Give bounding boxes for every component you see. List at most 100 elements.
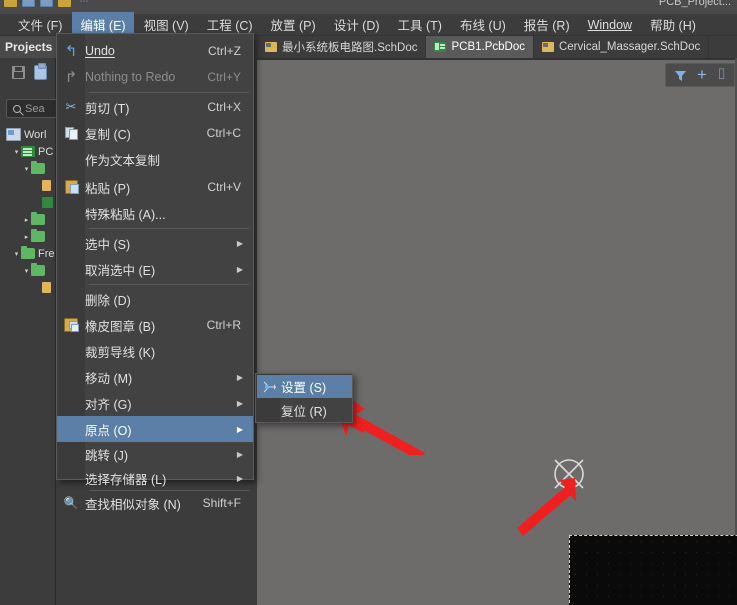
menu-item-move[interactable]: 移动 (M) ▶ [57,364,253,390]
pcb-canvas[interactable]: + ⌷ [257,58,737,605]
submenu-item-reset-origin[interactable]: 复位 (R) [257,399,352,422]
menu-item-label: 选择存储器 (L) [85,472,167,487]
chevron-down-icon[interactable]: ▾ [22,267,31,275]
tab-cervical-massager-schdoc[interactable]: Cervical_Massager.SchDoc [534,36,710,58]
folder-icon [21,246,35,259]
menu-separator [89,92,249,93]
menu-item-origin[interactable]: 原点 (O) ▶ [57,416,253,442]
edit-menu-panel[interactable]: ↰ Undo Ctrl+Z ↱ Nothing to Redo Ctrl+Y ✂… [56,33,254,512]
menu-item-shortcut: Ctrl+X [207,100,241,114]
pcbdoc-icon [434,42,447,52]
menu-item-label: 橡皮图章 (B) [85,319,156,334]
tree-item-workspace[interactable]: Worl [0,126,56,143]
pcb-board-outline[interactable] [569,535,737,605]
menu-window[interactable]: Window [580,15,640,35]
chevron-down-icon[interactable]: ▾ [12,148,21,156]
schdoc-icon [265,42,277,52]
canvas-float-toolbar[interactable]: + ⌷ [665,63,735,87]
menu-item-label: 特殊粘贴 (A)... [85,207,166,222]
projects-panel-tab[interactable]: Projects [0,36,56,58]
scissors-icon: ✂ [65,99,77,114]
tab-schdoc-min-system[interactable]: 最小系统板电路图.SchDoc [257,36,427,58]
menu-item-shortcut: Ctrl+R [206,318,241,332]
tree-item-folder[interactable]: ▾ [0,262,56,279]
doc-icon [42,282,51,293]
menu-item-find-similar-objects[interactable]: 🔍 查找相似对象 (N) Shift+F [57,491,253,515]
chevron-right-icon[interactable]: ▸ [22,233,31,241]
filter-funnel-icon[interactable] [674,69,687,81]
tree-item-doc[interactable] [0,177,56,194]
menu-tools[interactable]: 工具 (T) [390,12,450,37]
menu-window-label: Window [587,17,633,32]
submenu-item-label: 复位 (R) [281,405,327,419]
tree-item-sch[interactable] [0,194,56,211]
origin-submenu-panel[interactable]: 设置 (S) 复位 (R) [255,373,353,423]
undo-arrow-icon: ↰ [64,43,78,60]
menu-item-label: 跳转 (J) [85,448,129,463]
submenu-item-label: 设置 (S) [281,381,327,395]
menu-item-label: 选中 (S) [85,237,131,252]
tree-item-folder[interactable]: ▾ [0,160,56,177]
tree-item-folder[interactable]: ▸ [0,211,56,228]
projects-panel: Projects Sea Worl ▾ PC ▾ ▸ ▸ ▾ Fre ▾ [0,36,76,605]
menu-place[interactable]: 放置 (P) [263,12,324,37]
paste-icon [57,180,85,194]
project-tree[interactable]: Worl ▾ PC ▾ ▸ ▸ ▾ Fre ▾ [0,126,56,326]
menu-item-select[interactable]: 选中 (S) ▶ [57,230,253,256]
menu-item-cut[interactable]: ✂ 剪切 (T) Ctrl+X [57,94,253,120]
document-tab-strip[interactable]: 最小系统板电路图.SchDoc PCB1.PcbDoc Cervical_Mas… [257,36,737,58]
menu-item-selection-memory[interactable]: 选择存储器 (L) ▶ [57,466,253,490]
menu-route[interactable]: 布线 (U) [452,12,514,37]
chevron-right-icon: ▶ [236,372,243,382]
menu-design[interactable]: 设计 (D) [326,12,388,37]
canvas-top-edge [257,58,737,60]
menu-item-redo: ↱ Nothing to Redo Ctrl+Y [57,64,253,90]
menu-help[interactable]: 帮助 (H) [642,12,704,37]
application-window: ⋯ PCB_Project... 文件 (F) 编辑 (E) 视图 (V) 工程… [0,0,737,605]
chevron-down-icon[interactable]: ▾ [12,250,21,258]
tree-item-pcb-project[interactable]: ▾ PC [0,143,56,160]
title-bar-quick-access-toolbar[interactable]: ⋯ [4,0,92,7]
menu-item-copy-as-text[interactable]: 作为文本复制 [57,146,253,172]
tree-item-doc[interactable] [0,279,56,296]
tab-label: Cervical_Massager.SchDoc [558,41,701,53]
open-icon[interactable] [22,0,35,7]
submenu-item-set-origin[interactable]: 设置 (S) [257,375,352,398]
chevron-right-icon: ▶ [236,398,243,408]
plus-crosshair-icon[interactable]: + [697,66,707,83]
tree-item-folder[interactable]: ▸ [0,228,56,245]
chevron-right-icon: ▶ [236,473,243,483]
menu-item-label: 对齐 (G) [85,397,132,412]
clipboard-icon[interactable] [34,62,47,80]
chevron-right-icon: ▶ [236,424,243,434]
chevron-right-icon[interactable]: ▸ [22,216,31,224]
menu-item-shortcut: Ctrl+C [206,126,241,140]
menu-item-undo[interactable]: ↰ Undo Ctrl+Z [57,38,253,64]
tab-pcb1-pcbdoc[interactable]: PCB1.PcbDoc [426,36,534,58]
menu-item-paste[interactable]: 粘贴 (P) Ctrl+V [57,174,253,200]
menu-item-paste-special[interactable]: 特殊粘贴 (A)... [57,200,253,226]
bracket-icon[interactable]: ⌷ [717,67,726,82]
menu-reports[interactable]: 报告 (R) [516,12,578,37]
search-icon [13,104,21,113]
menu-item-deselect[interactable]: 取消选中 (E) ▶ [57,256,253,282]
save-icon[interactable] [12,65,25,79]
menu-separator [89,284,249,285]
menu-item-slice-tracks[interactable]: 裁剪导线 (K) [57,338,253,364]
menu-item-label: 取消选中 (E) [85,263,156,278]
menu-item-align[interactable]: 对齐 (G) ▶ [57,390,253,416]
menu-item-label: 粘贴 (P) [85,181,131,196]
menu-item-delete[interactable]: 删除 (D) [57,286,253,312]
menu-item-jump[interactable]: 跳转 (J) ▶ [57,442,253,466]
save-icon[interactable] [4,0,17,7]
menu-item-copy[interactable]: 复制 (C) Ctrl+C [57,120,253,146]
tree-item-label: Worl [24,128,47,141]
folder-icon[interactable] [58,0,71,7]
print-icon[interactable] [40,0,53,7]
more-dots-icon[interactable]: ⋯ [76,0,92,7]
schdoc-icon [541,42,554,52]
menu-item-rubber-stamp[interactable]: 橡皮图章 (B) Ctrl+R [57,312,253,338]
tree-item-free-documents[interactable]: ▾ Fre [0,245,56,262]
chevron-down-icon[interactable]: ▾ [22,165,31,173]
projects-panel-toolbar[interactable] [0,60,56,84]
